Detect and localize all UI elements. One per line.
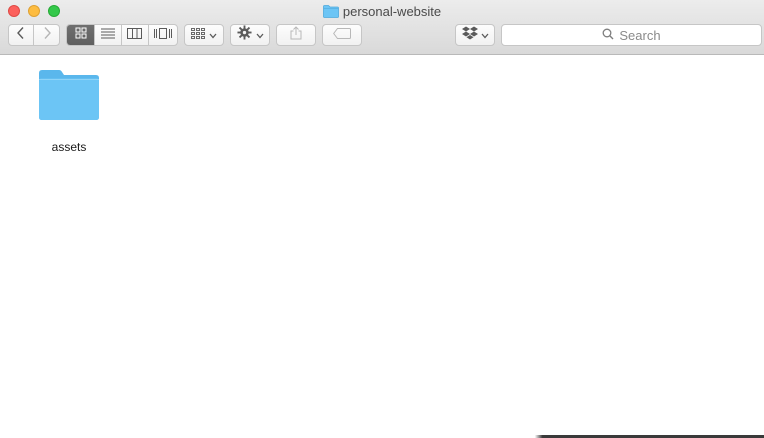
view-mode-segment: [66, 24, 178, 46]
dropbox-icon: [461, 26, 478, 45]
forward-button[interactable]: [34, 25, 59, 45]
action-button[interactable]: [230, 24, 270, 46]
chevron-down-icon: [209, 26, 217, 44]
share-icon: [290, 25, 302, 45]
tag-icon: [333, 26, 351, 44]
search-field[interactable]: Search: [501, 24, 762, 46]
share-button[interactable]: [276, 24, 316, 46]
icon-view-icon: [75, 26, 87, 44]
gear-icon: [236, 25, 252, 45]
column-view-button[interactable]: [122, 25, 149, 45]
arrange-grid-icon: [191, 26, 205, 44]
search-icon: [602, 28, 619, 43]
window-title: personal-website: [342, 3, 442, 19]
cover-flow-view-button[interactable]: [149, 25, 177, 45]
navigation-buttons: [8, 24, 60, 46]
folder-icon: [322, 4, 339, 18]
chevron-down-icon: [481, 26, 489, 44]
list-view-icon: [101, 26, 116, 44]
arrange-button[interactable]: [184, 24, 224, 46]
dropbox-button[interactable]: [455, 24, 495, 46]
search-placeholder: Search: [619, 27, 661, 43]
folder-item[interactable]: assets: [34, 69, 104, 154]
chevron-down-icon: [256, 26, 264, 44]
icon-view-button[interactable]: [67, 25, 96, 45]
tag-button[interactable]: [322, 24, 362, 46]
column-view-icon: [127, 26, 143, 44]
finder-window: personal-website Search assets: [0, 0, 764, 438]
window-title-bar: personal-website: [0, 2, 764, 20]
chevron-right-icon: [42, 26, 52, 45]
cover-flow-icon: [153, 26, 172, 44]
toolbar: personal-website Search: [0, 0, 764, 55]
folder-icon[interactable]: [38, 69, 100, 126]
list-view-button[interactable]: [95, 25, 122, 45]
file-browser-content: assets: [0, 55, 764, 438]
chevron-left-icon: [16, 26, 26, 45]
back-button[interactable]: [9, 25, 35, 45]
folder-label: assets: [51, 140, 87, 154]
